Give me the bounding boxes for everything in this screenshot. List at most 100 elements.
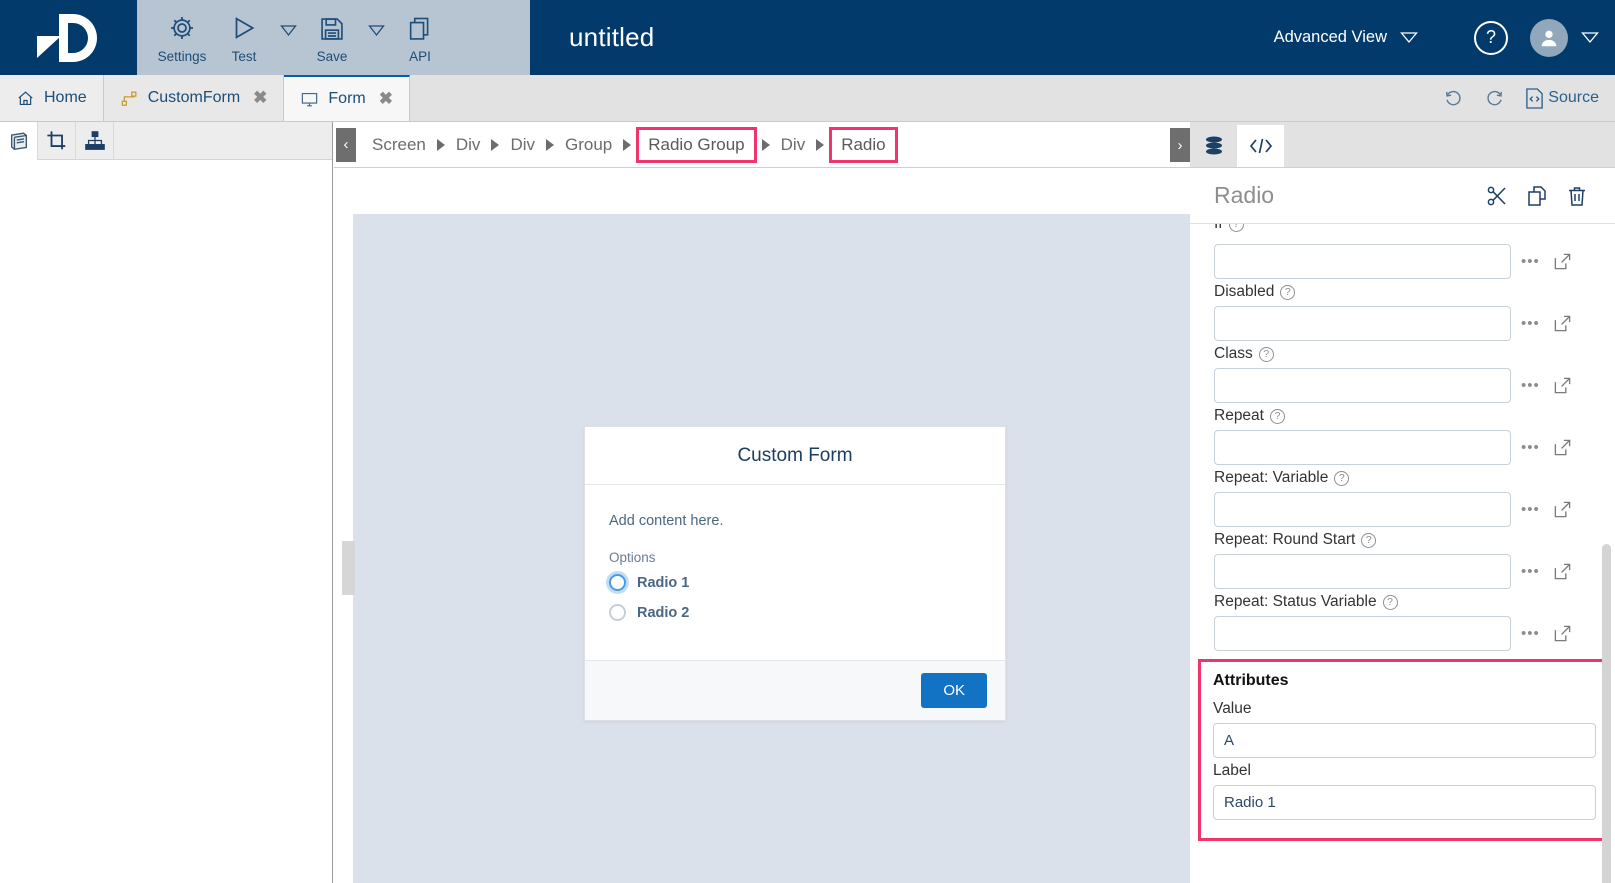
open-external-icon[interactable] [1553,500,1575,519]
top-header: Settings Test [0,0,1615,75]
header-right-controls: Advanced View ? [1274,0,1615,75]
open-external-icon[interactable] [1553,252,1575,271]
more-options-icon[interactable]: ••• [1521,501,1543,518]
help-icon[interactable]: ? [1259,347,1274,362]
property-row-if: ••• [1214,244,1575,279]
properties-scroll-area[interactable]: If ? ••• [1190,224,1615,883]
breadcrumb-item-group[interactable]: Group [559,131,618,159]
undo-icon[interactable] [1443,88,1464,109]
crop-icon[interactable] [38,122,76,160]
property-label-repeat-variable: Repeat: Variable [1214,469,1328,487]
test-button[interactable]: Test [213,4,275,72]
help-button[interactable]: ? [1474,21,1508,55]
open-external-icon[interactable] [1553,624,1575,643]
tab-form-close-icon[interactable]: ✖ [379,89,393,109]
copy-icon[interactable] [1517,184,1557,208]
help-icon[interactable]: ? [1383,595,1398,610]
canvas-splitter-handle[interactable] [342,541,355,595]
property-input-repeat-variable[interactable] [1214,492,1511,527]
tab-customform[interactable]: CustomForm ✖ [104,75,285,121]
app-logo[interactable] [0,0,137,75]
test-dropdown-caret[interactable] [275,4,301,72]
page-title: untitled [530,0,1274,75]
delete-icon[interactable] [1557,184,1597,208]
more-options-icon[interactable]: ••• [1521,439,1543,456]
logo-d-bowl [59,14,97,62]
source-button[interactable]: Source [1525,88,1599,109]
chevron-down-icon [1400,31,1418,44]
logo-triangle-icon [37,36,61,58]
breadcrumb-separator-icon [816,139,824,151]
radio-option-1-label: Radio 1 [637,575,689,591]
breadcrumb-item-radio[interactable]: Radio [829,127,897,163]
options-group-label: Options [609,550,981,565]
help-icon[interactable]: ? [1229,224,1244,232]
properties-panel-scrollbar[interactable] [1602,544,1611,883]
radio-button-icon[interactable] [609,574,626,591]
attribute-label-value: Value [1213,700,1596,718]
open-external-icon[interactable] [1553,376,1575,395]
radio-option-2[interactable]: Radio 2 [609,604,981,621]
advanced-view-dropdown[interactable]: Advanced View [1274,28,1418,47]
radio-button-icon[interactable] [609,604,626,621]
radio-option-1[interactable]: Radio 1 [609,574,981,591]
breadcrumb-separator-icon [491,139,499,151]
property-label-repeat-round-start: Repeat: Round Start [1214,531,1355,549]
more-options-icon[interactable]: ••• [1521,377,1543,394]
tab-code-view[interactable] [1237,125,1284,167]
property-label-disabled: Disabled [1214,283,1274,301]
avatar-chevron-down-icon[interactable] [1581,31,1599,44]
properties-list: If ? ••• [1190,224,1615,651]
breadcrumb-prev-button[interactable]: ‹ [336,128,356,162]
property-input-if[interactable] [1214,244,1511,279]
more-options-icon[interactable]: ••• [1521,563,1543,580]
canvas-surface[interactable]: Custom Form Add content here. Options Ra… [353,214,1190,883]
save-button[interactable]: Save [301,4,363,72]
more-options-icon[interactable]: ••• [1521,315,1543,332]
design-canvas[interactable]: Custom Form Add content here. Options Ra… [334,168,1190,883]
cut-icon[interactable] [1477,184,1517,208]
property-input-repeat-status-variable[interactable] [1214,616,1511,651]
help-icon[interactable]: ? [1361,533,1376,548]
property-input-disabled[interactable] [1214,306,1511,341]
library-icon[interactable] [0,122,38,160]
attribute-input-label[interactable] [1213,785,1596,820]
breadcrumb-next-button[interactable]: › [1170,128,1190,162]
save-dropdown-caret[interactable] [363,4,389,72]
hierarchy-icon[interactable] [76,122,114,160]
flow-icon [120,89,139,108]
attribute-input-value[interactable] [1213,723,1596,758]
help-icon[interactable]: ? [1280,285,1295,300]
help-icon[interactable]: ? [1334,471,1349,486]
property-input-repeat[interactable] [1214,430,1511,465]
monitor-icon [300,90,319,109]
breadcrumb-item-div-3[interactable]: Div [775,131,812,159]
property-field-repeat-status-variable: Repeat: Status Variable ? ••• [1214,593,1575,651]
redo-icon[interactable] [1484,88,1505,109]
property-label-repeat-status-variable: Repeat: Status Variable [1214,593,1377,611]
property-input-repeat-round-start[interactable] [1214,554,1511,589]
breadcrumb-item-screen[interactable]: Screen [366,131,432,159]
property-label-if-clipped: If ? [1214,224,1575,244]
avatar[interactable] [1530,19,1568,57]
open-external-icon[interactable] [1553,438,1575,457]
advanced-view-label: Advanced View [1274,28,1387,47]
more-options-icon[interactable]: ••• [1521,253,1543,270]
open-external-icon[interactable] [1553,562,1575,581]
more-options-icon[interactable]: ••• [1521,625,1543,642]
tab-data-stack[interactable] [1190,125,1237,167]
breadcrumb-item-div-2[interactable]: Div [504,131,541,159]
tab-home-label: Home [44,89,87,107]
breadcrumb-item-div-1[interactable]: Div [450,131,487,159]
radio-option-2-label: Radio 2 [637,605,689,621]
ok-button[interactable]: OK [921,673,987,708]
breadcrumb-item-radio-group[interactable]: Radio Group [636,127,756,163]
api-button[interactable]: API [389,4,451,72]
help-icon[interactable]: ? [1270,409,1285,424]
property-input-class[interactable] [1214,368,1511,403]
tab-home[interactable]: Home [0,75,104,121]
tab-customform-close-icon[interactable]: ✖ [253,88,267,108]
settings-button[interactable]: Settings [151,4,213,72]
open-external-icon[interactable] [1553,314,1575,333]
tab-form[interactable]: Form ✖ [284,75,410,121]
